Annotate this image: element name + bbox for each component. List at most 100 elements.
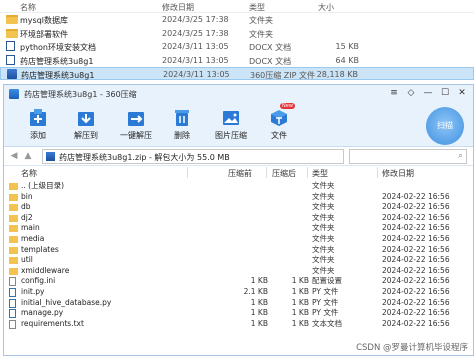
delete-button[interactable]: 删除	[157, 109, 207, 143]
file-type: 配置设置	[312, 276, 342, 286]
col-date[interactable]: 修改日期	[382, 168, 414, 179]
explorer-row[interactable]: mysql数据库 2024/3/25 17:38 文件夹	[0, 13, 474, 26]
file-packed: 1 KB	[291, 308, 309, 318]
file-tool-icon	[271, 110, 287, 126]
file-type: 文件夹	[312, 202, 335, 212]
file-row[interactable]: media 文件夹 2024-02-22 16:56	[4, 234, 473, 245]
explorer-header: 名称 修改日期 类型 大小	[0, 0, 474, 13]
file-name: init.py	[21, 286, 45, 296]
col-size[interactable]: 压缩前	[228, 168, 252, 179]
explorer-row[interactable]: python环境安装文档 2024/3/11 13:05 DOCX 文档 15 KB	[0, 40, 474, 53]
extract-to-label: 解压到	[74, 131, 98, 140]
column-divider[interactable]	[307, 167, 308, 178]
explorer-date: 2024/3/11 13:05	[162, 55, 229, 65]
col-packed[interactable]: 压缩后	[272, 168, 296, 179]
address-bar: ◀ ▲ 药店管理系统3u8g1.zip - 解包大小为 55.0 MB ∨ ⌕	[4, 147, 473, 166]
file-name: initial_hive_database.py	[21, 297, 112, 307]
file-packed: 1 KB	[291, 286, 309, 296]
file-tool-label: 文件	[271, 131, 287, 140]
folder-icon	[9, 214, 18, 222]
folder-icon	[9, 183, 18, 190]
explorer-date: 2024/3/11 13:05	[162, 42, 229, 51]
extract-to-button[interactable]: 解压到	[61, 109, 111, 143]
menu-icon[interactable]: ≡	[387, 87, 401, 100]
file-size: 1 KB	[250, 318, 268, 328]
explorer-size: 15 KB	[335, 42, 359, 51]
python-file-icon	[9, 309, 16, 319]
zip-icon	[7, 69, 17, 79]
column-divider[interactable]	[266, 167, 267, 178]
col-type-header[interactable]: 类型	[249, 2, 265, 13]
file-packed: 1 KB	[291, 318, 309, 328]
file-row[interactable]: init.py 2.1 KB 1 KB PY 文件 2024-02-22 16:56	[4, 287, 473, 298]
image-compress-icon	[223, 111, 239, 125]
up-icon[interactable]: ▲	[22, 151, 34, 162]
config-file-icon	[9, 277, 16, 287]
path-field[interactable]: 药店管理系统3u8g1.zip - 解包大小为 55.0 MB ∨	[42, 149, 364, 164]
col-name-header[interactable]: 名称	[20, 2, 36, 13]
file-row[interactable]: main 文件夹 2024-02-22 16:56	[4, 223, 473, 234]
col-type[interactable]: 类型	[312, 168, 328, 179]
file-row[interactable]: .. (上级目录) 文件夹	[4, 181, 473, 192]
explorer-date: 2024/3/25 17:38	[162, 15, 229, 24]
file-name: db	[21, 202, 31, 212]
file-type: PY 文件	[312, 286, 339, 296]
column-divider[interactable]	[377, 167, 378, 178]
add-label: 添加	[30, 131, 46, 140]
search-input[interactable]: ⌕	[349, 149, 467, 164]
folder-icon	[9, 235, 18, 243]
add-button[interactable]: 添加	[13, 109, 63, 143]
file-size: 2.1 KB	[243, 286, 268, 296]
file-name: manage.py	[21, 308, 64, 318]
file-size: 1 KB	[250, 308, 268, 318]
close-button[interactable]: ✕	[455, 87, 469, 100]
explorer-row[interactable]: 药店管理系统3u8g1 2024/3/11 13:05 360压缩 ZIP 文件 28…	[0, 67, 474, 80]
file-row[interactable]: manage.py 1 KB 1 KB PY 文件 2024-02-22 16:56	[4, 308, 473, 319]
col-date-header[interactable]: 修改日期	[162, 2, 194, 13]
one-click-extract-icon	[128, 112, 144, 126]
file-row[interactable]: xmiddleware 文件夹 2024-02-22 16:56	[4, 266, 473, 277]
file-row[interactable]: templates 文件夹 2024-02-22 16:56	[4, 245, 473, 256]
explorer-name: python环境安装文档	[20, 43, 96, 52]
file-tool-button[interactable]: 文件	[254, 109, 304, 143]
file-date: 2024-02-22 16:56	[382, 265, 450, 275]
text-file-icon	[9, 319, 16, 329]
image-compress-button[interactable]: 图片压缩	[206, 109, 256, 143]
maximize-button[interactable]: ☐	[438, 87, 452, 100]
column-divider[interactable]	[187, 167, 188, 178]
folder-icon	[9, 225, 18, 233]
scan-button[interactable]: 扫描	[426, 107, 464, 145]
col-size-header[interactable]: 大小	[318, 2, 334, 13]
file-row[interactable]: config.ini 1 KB 1 KB 配置设置 2024-02-22 16:56	[4, 276, 473, 287]
screen: 名称 修改日期 类型 大小 mysql数据库 2024/3/25 17:38 文件夹…	[0, 0, 474, 356]
one-click-extract-label: 一键解压	[120, 131, 152, 140]
docx-icon	[6, 54, 15, 65]
file-type: 文件夹	[312, 191, 335, 201]
explorer-row[interactable]: 环境部署软件 2024/3/25 17:38 文件夹	[0, 27, 474, 40]
file-row[interactable]: util 文件夹 2024-02-22 16:56	[4, 255, 473, 266]
explorer-type: DOCX 文档	[249, 56, 292, 66]
file-row[interactable]: dj2 文件夹 2024-02-22 16:56	[4, 213, 473, 224]
add-icon	[30, 109, 46, 126]
search-icon[interactable]: ⌕	[458, 151, 463, 161]
file-packed: 1 KB	[291, 276, 309, 286]
one-click-extract-button[interactable]: 一键解压	[111, 109, 161, 143]
skin-icon[interactable]: ◇	[404, 87, 418, 100]
file-type: 文件夹	[312, 255, 335, 265]
title-bar[interactable]: 药店管理系统3u8g1 - 360压缩 ≡ ◇ — ☐ ✕	[4, 85, 473, 103]
file-row[interactable]: initial_hive_database.py 1 KB 1 KB PY 文件 202…	[4, 298, 473, 309]
back-icon[interactable]: ◀	[8, 151, 20, 162]
explorer-row[interactable]: 药店管理系统3u8g1 2024/3/11 13:05 DOCX 文档 64 KB	[0, 54, 474, 67]
col-name[interactable]: 名称	[21, 168, 37, 179]
folder-icon	[9, 204, 18, 212]
file-row[interactable]: bin 文件夹 2024-02-22 16:56	[4, 192, 473, 203]
extract-to-icon	[78, 112, 94, 126]
minimize-button[interactable]: —	[421, 87, 435, 100]
path-text: 药店管理系统3u8g1.zip - 解包大小为 55.0 MB	[59, 153, 230, 162]
file-name: main	[21, 223, 40, 233]
file-row[interactable]: requirements.txt 1 KB 1 KB 文本文档 2024-02-22 1…	[4, 319, 473, 330]
image-compress-label: 图片压缩	[215, 131, 247, 140]
file-size: 1 KB	[250, 276, 268, 286]
file-name: xmiddleware	[21, 265, 70, 275]
file-row[interactable]: db 文件夹 2024-02-22 16:56	[4, 202, 473, 213]
